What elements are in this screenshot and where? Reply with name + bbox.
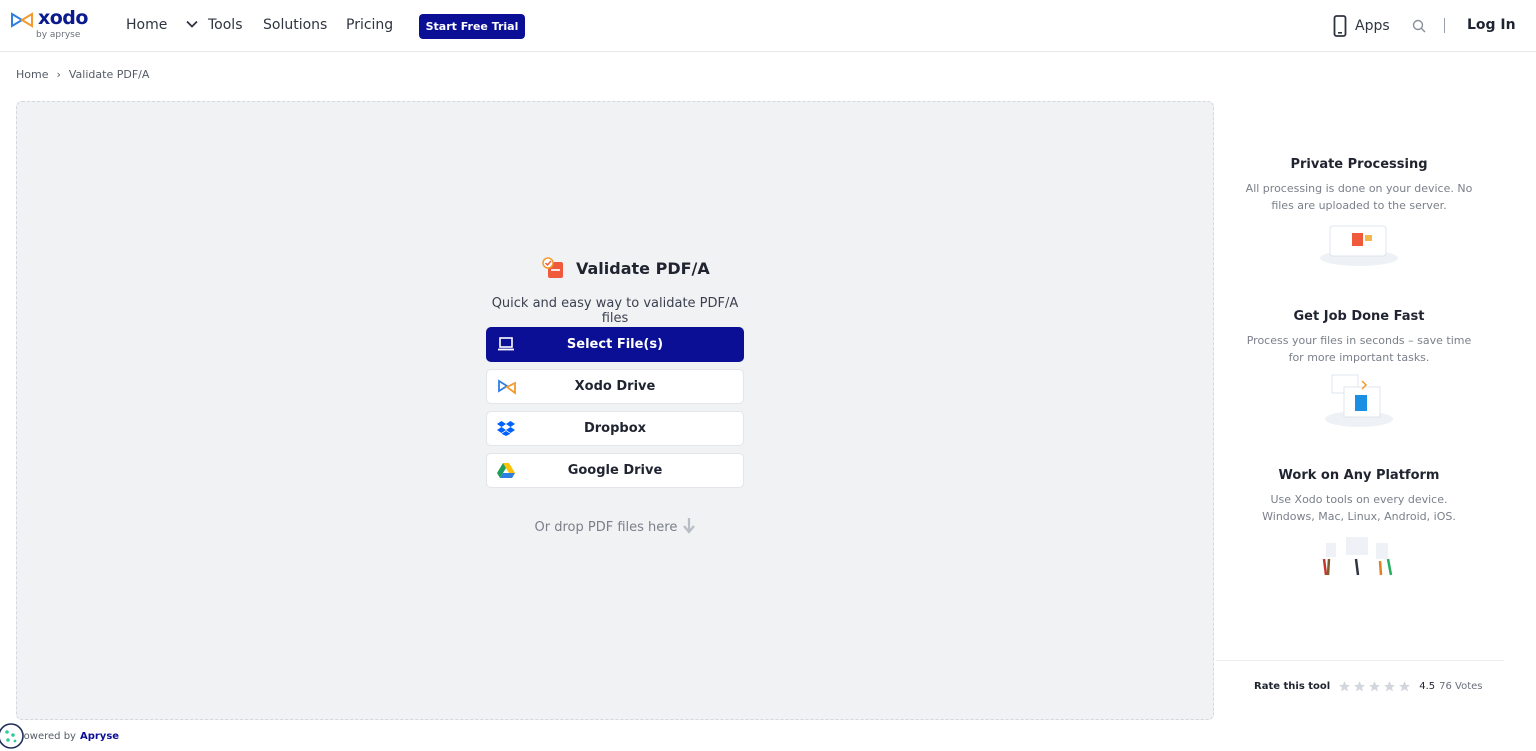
star-icon[interactable]	[1398, 680, 1411, 693]
laptop-icon	[498, 337, 514, 351]
feature-desc: Process your files in seconds – save tim…	[1246, 334, 1472, 364]
private-processing-illustration	[1320, 225, 1398, 266]
login-link[interactable]: Log In	[1467, 17, 1516, 33]
star-icon[interactable]	[1368, 680, 1381, 693]
dropbox-icon	[497, 421, 515, 436]
google-drive-button[interactable]: Google Drive	[486, 453, 744, 488]
drop-hint: Or drop PDF files here	[486, 518, 744, 535]
breadcrumb: Home › Validate PDF/A	[16, 68, 149, 81]
breadcrumb-home[interactable]: Home	[16, 68, 48, 81]
nav-pricing[interactable]: Pricing	[346, 17, 393, 33]
nav-home[interactable]: Home	[126, 17, 167, 33]
drop-hint-text: Or drop PDF files here	[534, 520, 678, 535]
logo-byline: by apryse	[36, 30, 81, 40]
nav-tools[interactable]: Tools	[208, 17, 243, 33]
logo-wordmark: xodo	[38, 7, 88, 29]
search-icon[interactable]	[1412, 19, 1426, 33]
header-divider	[1444, 18, 1445, 33]
feature-title: Work on Any Platform	[1278, 468, 1440, 483]
star-icon[interactable]	[1383, 680, 1396, 693]
apryse-link[interactable]: Apryse	[80, 731, 119, 742]
feature-title: Get Job Done Fast	[1293, 309, 1425, 324]
feature-any-platform: Work on Any Platform Use Xodo tools on e…	[1244, 468, 1474, 525]
phone-icon	[1333, 15, 1347, 37]
platforms-illustration	[1322, 537, 1393, 576]
google-drive-label: Google Drive	[567, 463, 663, 478]
select-files-button[interactable]: Select File(s)	[486, 327, 744, 362]
apps-link[interactable]: Apps	[1333, 15, 1390, 37]
xodo-logo[interactable]: xodo by apryse	[10, 7, 90, 43]
star-icon[interactable]	[1338, 680, 1351, 693]
validate-pdf-icon	[542, 257, 563, 278]
feature-private-processing: Private Processing All processing is don…	[1244, 157, 1474, 214]
dropbox-button[interactable]: Dropbox	[486, 411, 744, 446]
nav-solutions[interactable]: Solutions	[263, 17, 327, 33]
rating-score: 4.5	[1419, 681, 1436, 692]
cookie-settings-icon[interactable]	[0, 721, 26, 751]
feature-title: Private Processing	[1290, 157, 1428, 172]
breadcrumb-current: Validate PDF/A	[68, 68, 150, 81]
rating-stars[interactable]	[1338, 680, 1411, 693]
xodo-drive-button[interactable]: Xodo Drive	[486, 369, 744, 404]
xodo-logo-icon	[11, 12, 33, 28]
chevron-down-icon[interactable]	[186, 20, 198, 29]
fast-processing-illustration	[1325, 374, 1393, 427]
star-icon[interactable]	[1353, 680, 1366, 693]
top-header: xodo by apryse Home Tools Solutions Pric…	[0, 0, 1536, 52]
powered-by: Powered by Apryse	[18, 731, 119, 742]
feature-desc: All processing is done on your device. N…	[1245, 182, 1473, 212]
rating-label: Rate this tool	[1254, 681, 1331, 692]
page-title: Validate PDF/A	[576, 258, 710, 278]
dropbox-label: Dropbox	[583, 421, 647, 436]
tool-subtitle: Quick and easy way to validate PDF/A fil…	[491, 296, 739, 326]
feature-get-job-done-fast: Get Job Done Fast Process your files in …	[1244, 309, 1474, 366]
google-drive-icon	[497, 463, 515, 478]
powered-by-text: Powered by	[18, 731, 76, 742]
start-free-trial-button[interactable]: Start Free Trial	[419, 14, 525, 39]
rating-votes: 76 Votes	[1439, 681, 1483, 692]
rating-divider	[1216, 660, 1504, 661]
apps-label: Apps	[1355, 18, 1390, 34]
tool-title: Validate PDF/A	[540, 256, 710, 280]
select-files-label: Select File(s)	[566, 337, 664, 352]
rating-bar: Rate this tool 4.5 76 Votes	[1254, 680, 1482, 693]
xodo-drive-icon	[498, 379, 516, 395]
arrow-down-icon	[683, 518, 696, 534]
feature-desc: Use Xodo tools on every device. Windows,…	[1262, 493, 1456, 523]
breadcrumb-separator: ›	[56, 68, 61, 81]
xodo-drive-label: Xodo Drive	[574, 379, 656, 394]
